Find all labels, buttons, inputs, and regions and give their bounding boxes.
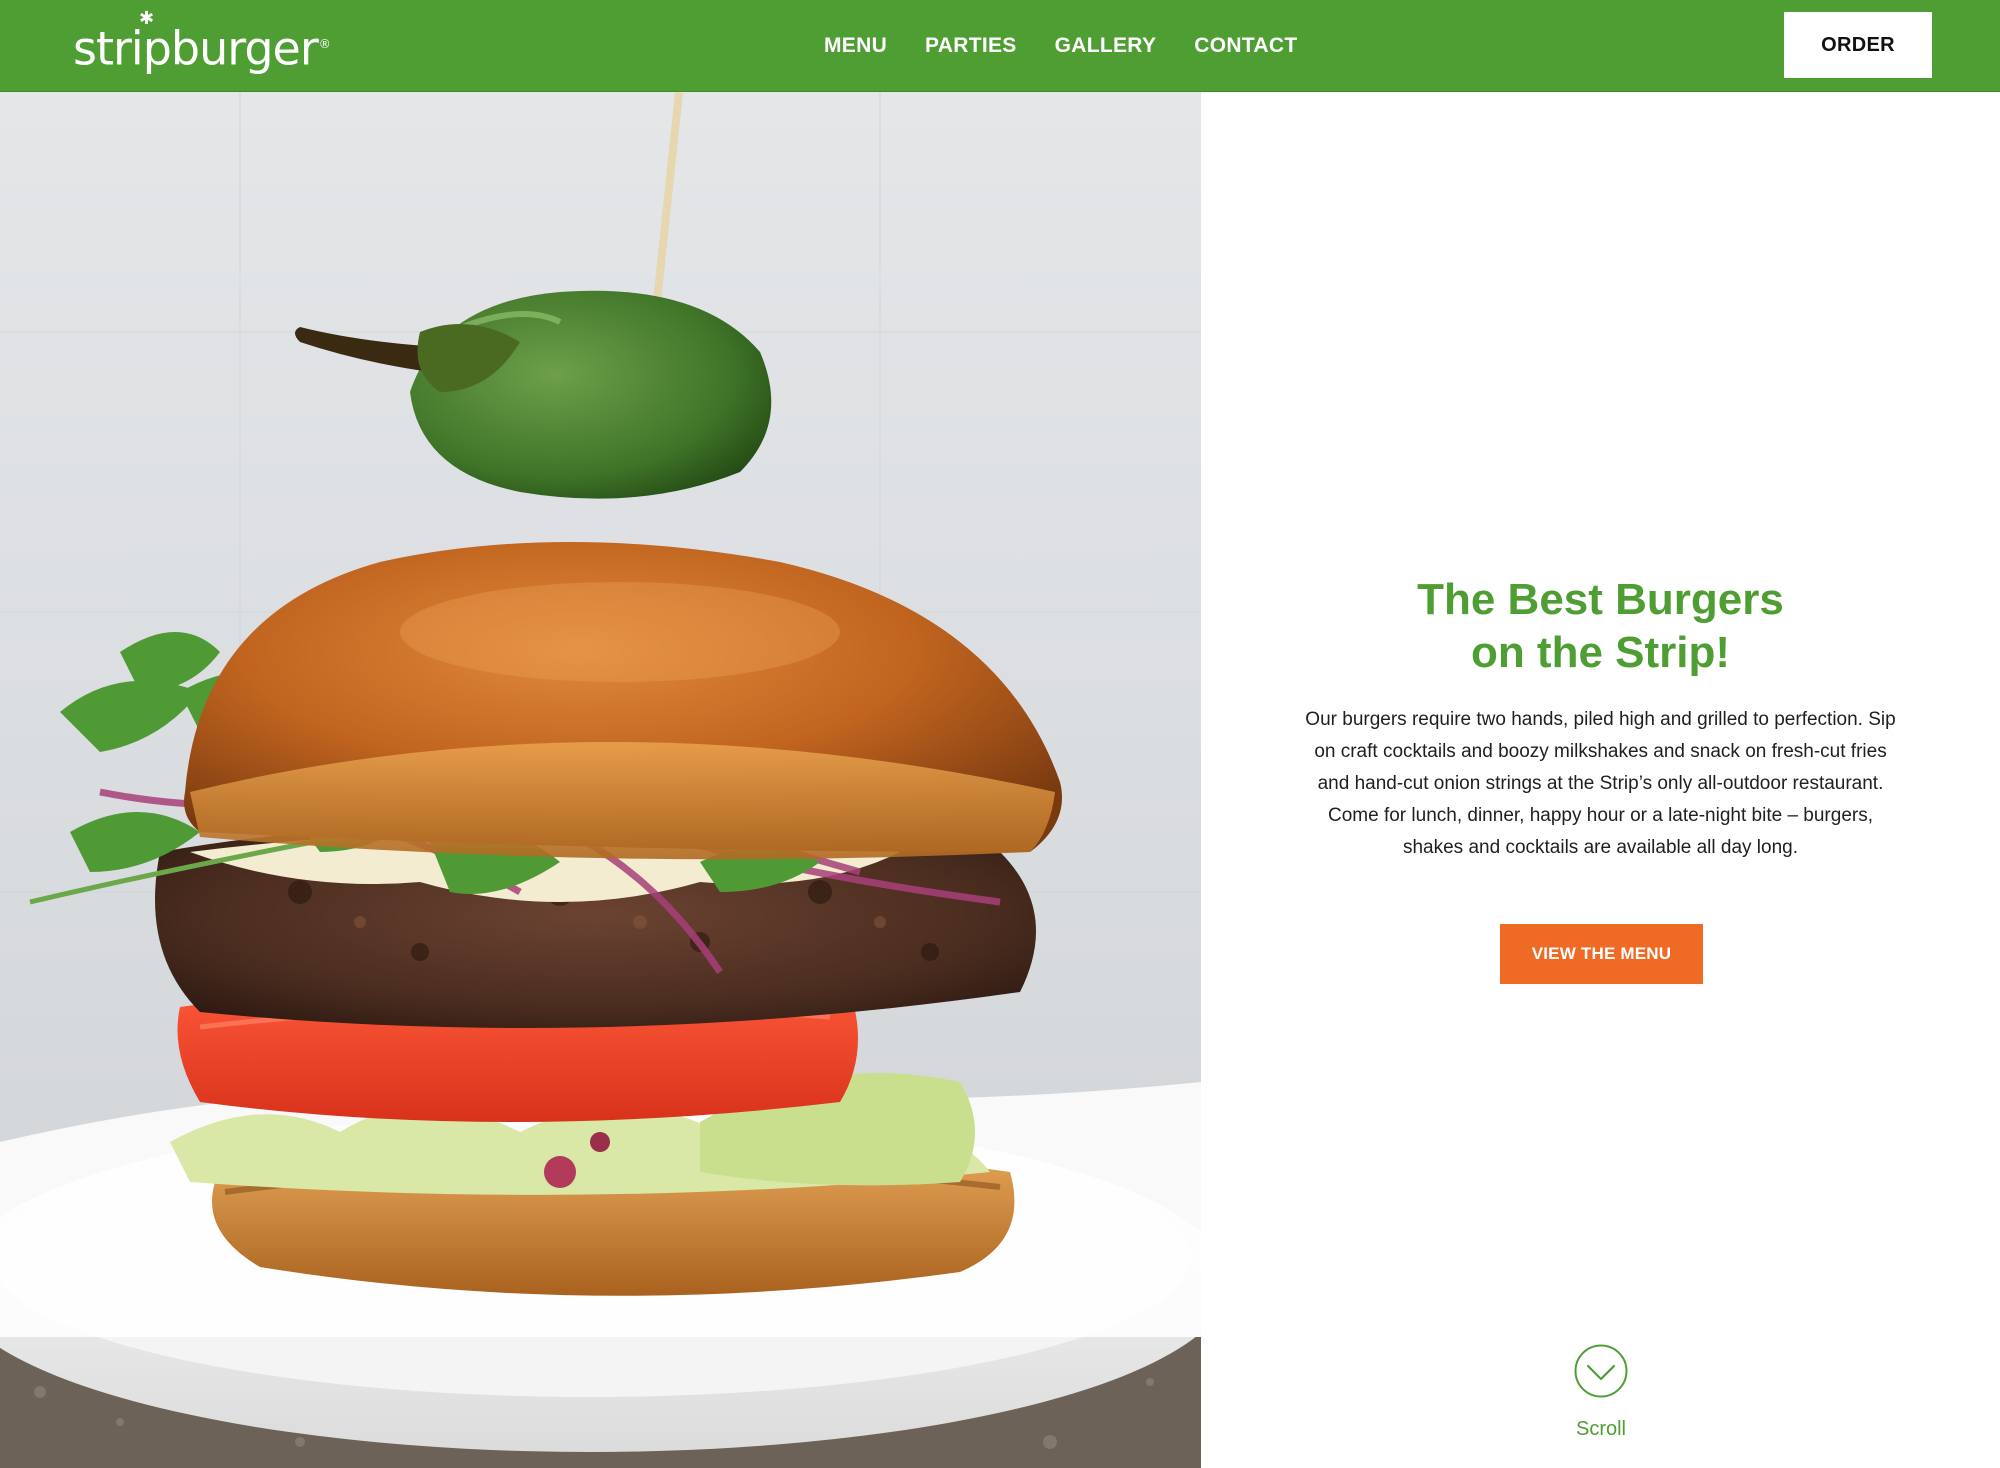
- chevron-down-circle-icon[interactable]: [1574, 1344, 1628, 1398]
- scroll-label[interactable]: Scroll: [1501, 1418, 1701, 1441]
- burger-illustration: [0, 92, 1201, 1468]
- intro-panel: The Best Burgers on the Strip! Our burge…: [1201, 92, 2000, 1468]
- order-button[interactable]: ORDER: [1784, 12, 1932, 78]
- headline-line-1: The Best Burgers: [1417, 575, 1784, 624]
- nav-item-gallery[interactable]: GALLERY: [1055, 34, 1157, 58]
- logo-text: stripburger: [73, 21, 319, 76]
- view-menu-button[interactable]: VIEW THE MENU: [1500, 924, 1703, 984]
- logo-registered-mark: ®: [318, 37, 331, 51]
- main-nav: MENU PARTIES GALLERY CONTACT: [824, 0, 1297, 92]
- stripburger-logo[interactable]: ✱ stripburger®: [73, 10, 331, 78]
- nav-item-parties[interactable]: PARTIES: [925, 34, 1017, 58]
- headline-line-2: on the Strip!: [1470, 628, 1731, 677]
- nav-item-contact[interactable]: CONTACT: [1194, 34, 1297, 58]
- intro-description: Our burgers require two hands, piled hig…: [1305, 709, 1896, 858]
- logo-star-icon: ✱: [139, 8, 154, 29]
- nav-item-menu[interactable]: MENU: [824, 34, 887, 58]
- site-header: ✱ stripburger® MENU PARTIES GALLERY CONT…: [0, 0, 2000, 92]
- hero-burger-photo: [0, 92, 1201, 1468]
